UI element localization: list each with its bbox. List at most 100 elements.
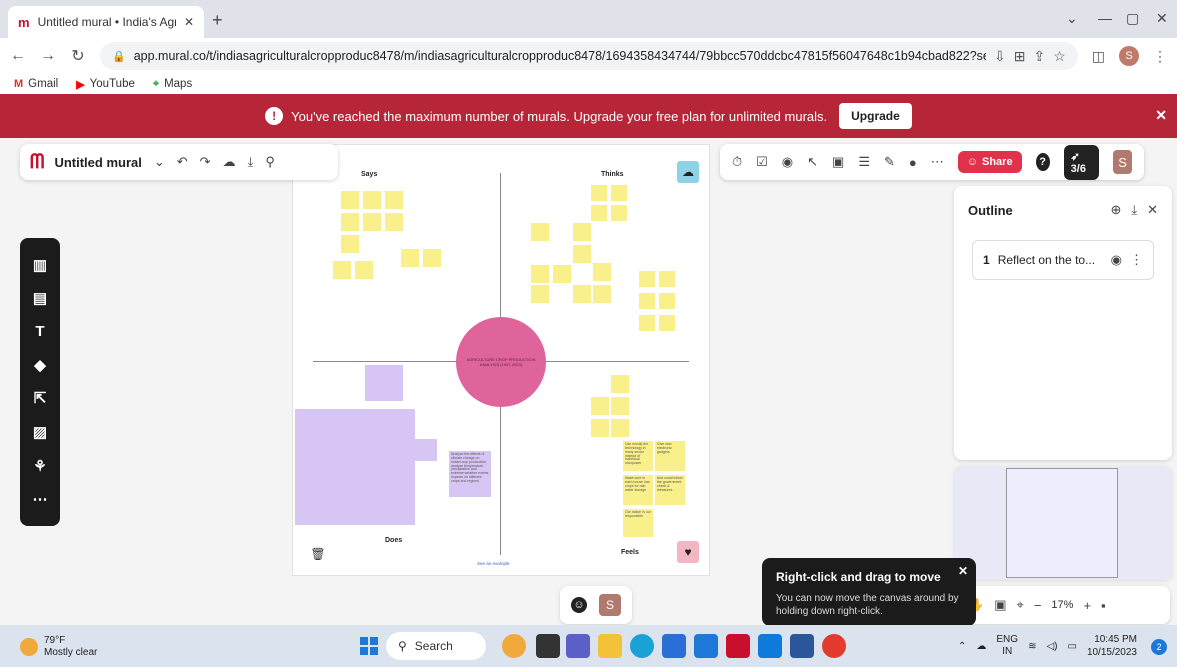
add-outline-icon[interactable]: ⊕ xyxy=(1110,202,1121,218)
sticky-note[interactable] xyxy=(591,397,609,415)
frameworks-icon[interactable]: ⚘ xyxy=(33,457,46,475)
sticky-note[interactable] xyxy=(639,293,655,309)
emoji-icon[interactable]: ☺ xyxy=(571,597,587,613)
connector-icon[interactable]: ⇱ xyxy=(34,389,47,407)
search-icon[interactable]: ⚲ xyxy=(265,154,275,170)
share-button[interactable]: ☺ Share xyxy=(957,151,1022,173)
sticky-note[interactable] xyxy=(385,191,403,209)
sticky-note[interactable] xyxy=(375,479,415,525)
sticky-note[interactable] xyxy=(295,439,335,479)
sticky-note[interactable] xyxy=(531,265,549,283)
text-icon[interactable]: T xyxy=(35,323,44,340)
translate-icon[interactable]: ⊞ xyxy=(1014,48,1026,65)
window-close-button[interactable]: ✕ xyxy=(1156,10,1168,27)
image-icon[interactable]: ▨ xyxy=(33,423,47,441)
close-icon[interactable]: ✕ xyxy=(184,15,194,29)
minimap[interactable] xyxy=(954,466,1172,580)
sticky-note[interactable] xyxy=(415,439,437,461)
sticky-note[interactable] xyxy=(611,375,629,393)
sticky-note[interactable] xyxy=(401,249,419,267)
shapes-icon[interactable]: ◆ xyxy=(34,356,46,374)
language-indicator[interactable]: ENG IN xyxy=(996,634,1018,658)
zoom-level[interactable]: 17% xyxy=(1051,599,1073,611)
see-example-link[interactable]: See an example xyxy=(477,561,510,566)
store-icon[interactable] xyxy=(662,634,686,658)
clock[interactable]: 10:45 PM 10/15/2023 xyxy=(1087,633,1137,659)
sticky-note[interactable] xyxy=(531,223,549,241)
download-icon[interactable]: ⤓ xyxy=(1131,202,1137,218)
minimize-button[interactable]: — xyxy=(1098,10,1112,26)
sticky-note[interactable] xyxy=(573,245,591,263)
feels-sticky-5[interactable]: Our nation is our responsible xyxy=(623,509,653,537)
sticky-note[interactable] xyxy=(611,419,629,437)
mcafee-icon[interactable] xyxy=(726,634,750,658)
lock-icon[interactable]: 🔒 xyxy=(112,50,126,63)
sticky-note[interactable] xyxy=(335,409,375,439)
forward-button[interactable]: → xyxy=(40,47,56,65)
sticky-note[interactable] xyxy=(385,213,403,231)
close-icon[interactable]: ✕ xyxy=(1147,202,1158,218)
start-button[interactable] xyxy=(360,637,378,655)
sticky-note[interactable] xyxy=(365,365,403,401)
sticky-note[interactable] xyxy=(573,285,591,303)
edge-icon[interactable] xyxy=(630,634,654,658)
center-topic-circle[interactable]: AGRICULTURE CROP PRODUCTION ANALYSIS (19… xyxy=(456,317,546,407)
trash-icon[interactable]: 🗑 xyxy=(307,543,329,565)
back-button[interactable]: ← xyxy=(10,47,26,65)
sticky-note[interactable] xyxy=(659,315,675,331)
sticky-note[interactable] xyxy=(639,315,655,331)
taskbar-search[interactable]: ⚲ Search xyxy=(386,632,486,660)
timer-icon[interactable]: ⏱ xyxy=(732,154,742,170)
reload-button[interactable]: ↻ xyxy=(70,46,86,66)
toolbox-icon[interactable]: ▣ xyxy=(832,154,844,170)
undo-icon[interactable]: ↶ xyxy=(177,154,188,170)
sticky-note[interactable] xyxy=(295,479,335,525)
checkbox-icon[interactable]: ☑ xyxy=(756,154,768,170)
chrome-icon[interactable] xyxy=(822,634,846,658)
outlook-icon[interactable] xyxy=(758,634,782,658)
person-icon[interactable]: ● xyxy=(909,155,917,170)
sticky-note[interactable] xyxy=(593,263,611,281)
new-tab-button[interactable]: + xyxy=(212,10,223,31)
sticky-note[interactable] xyxy=(363,191,381,209)
outline-icon[interactable]: ☰ xyxy=(858,154,870,170)
sticky-note[interactable] xyxy=(363,213,381,231)
battery-icon[interactable]: ▭ xyxy=(1067,641,1076,652)
chevron-up-icon[interactable]: ⌃ xyxy=(958,641,966,652)
sticky-note[interactable] xyxy=(333,261,351,279)
weather-widget[interactable]: 79°F Mostly clear xyxy=(20,635,97,659)
chevron-down-icon[interactable]: ⌄ xyxy=(1066,10,1078,27)
sticky-note[interactable] xyxy=(295,409,335,439)
banner-close-icon[interactable]: ✕ xyxy=(1155,107,1167,124)
share-icon[interactable]: ⇪ xyxy=(1033,48,1045,65)
templates-icon[interactable]: ▥ xyxy=(33,256,47,274)
empathy-map-board[interactable]: Says Thinks Does Feels ☁ ♥ 🗑 AGRICULTURE… xyxy=(292,144,710,576)
user-avatar[interactable]: S xyxy=(1113,150,1132,174)
more-tools-icon[interactable]: ⋯ xyxy=(33,490,48,508)
teams-icon[interactable] xyxy=(566,634,590,658)
sticky-note[interactable] xyxy=(355,261,373,279)
maximize-button[interactable]: ▢ xyxy=(1126,10,1139,27)
help-icon[interactable]: ? xyxy=(1035,153,1050,171)
sticky-note[interactable] xyxy=(611,205,627,221)
eye-icon[interactable]: ◉ xyxy=(1111,252,1122,268)
file-explorer-icon[interactable] xyxy=(598,634,622,658)
rocket-counter-button[interactable]: ➶ 3/6 xyxy=(1063,144,1100,180)
sticky-note[interactable] xyxy=(611,185,627,201)
feels-sticky-2[interactable]: Give new electronic gadgets xyxy=(655,441,685,471)
kebab-menu-icon[interactable]: ⋮ xyxy=(1130,252,1143,268)
menu-icon[interactable]: ⋮ xyxy=(1153,48,1167,65)
sticky-note-icon[interactable]: ▤ xyxy=(33,289,47,307)
feels-sticky-1[interactable]: Use mostly the technology in many sector… xyxy=(623,441,653,471)
word-icon[interactable] xyxy=(790,634,814,658)
feels-sticky-4[interactable]: And could follow the government check & … xyxy=(655,475,685,505)
sticky-note[interactable] xyxy=(659,271,675,287)
map-icon[interactable]: ⌖ xyxy=(1016,597,1023,613)
sticky-note[interactable] xyxy=(423,249,441,267)
address-bar[interactable]: 🔒 app.mural.co/t/indiasagriculturalcropp… xyxy=(100,42,1078,70)
sticky-note[interactable] xyxy=(611,397,629,415)
does-sticky-analyze[interactable]: Analyze the effects of climate change on… xyxy=(449,451,491,497)
sticky-note[interactable] xyxy=(593,285,611,303)
minimap-toggle-icon[interactable]: ▪ xyxy=(1101,598,1106,613)
incognito-icon[interactable]: ◉ xyxy=(782,154,793,170)
